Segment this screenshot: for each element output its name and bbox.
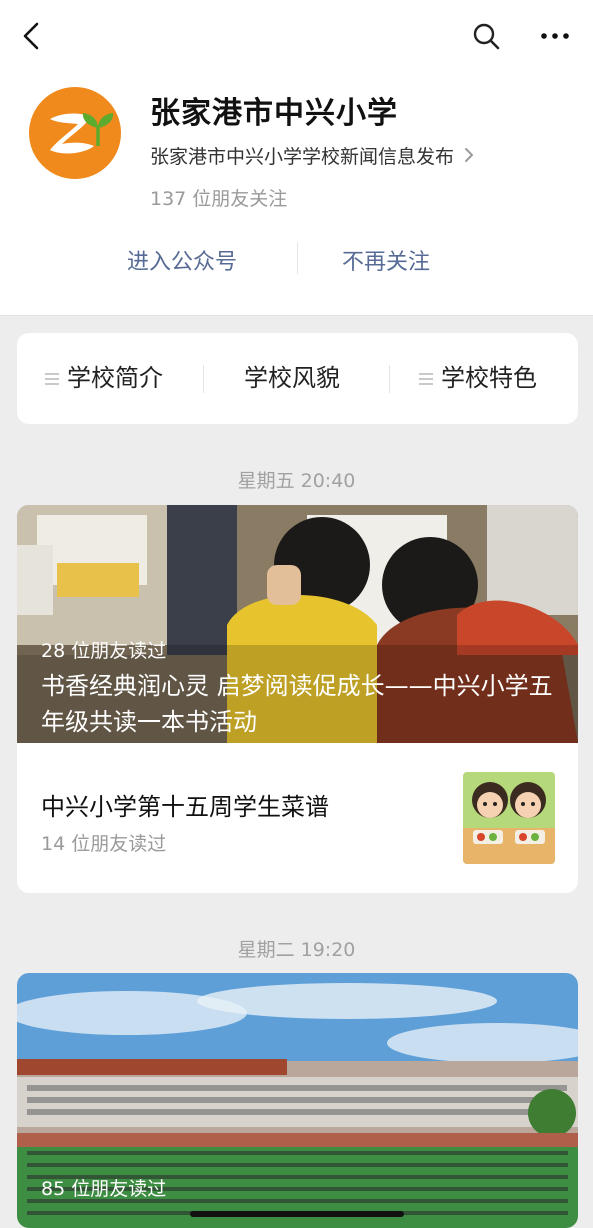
action-bar: 进入公众号 不再关注 xyxy=(0,240,593,280)
menu-item-label: 学校风貌 xyxy=(244,364,340,392)
menu-lines-icon xyxy=(419,373,433,385)
article-title[interactable]: 中兴小学第十五周学生菜谱 xyxy=(41,787,329,822)
menu-divider xyxy=(389,365,390,393)
article-thumbnail[interactable] xyxy=(463,772,555,864)
action-divider xyxy=(297,242,298,274)
unfollow-button[interactable]: 不再关注 xyxy=(342,244,430,276)
enter-account-button[interactable]: 进入公众号 xyxy=(127,244,237,276)
more-icon[interactable] xyxy=(538,20,572,52)
cover-read-count: 28 位朋友读过 xyxy=(41,640,167,662)
message-date: 星期二 19:20 xyxy=(237,939,356,961)
account-name: 张家港市中兴小学 xyxy=(150,96,398,131)
home-indicator xyxy=(190,1211,404,1217)
menu-item-label: 学校特色 xyxy=(441,364,537,392)
account-menu: 学校简介 学校风貌 学校特色 xyxy=(17,333,578,424)
menu-divider xyxy=(203,365,204,393)
search-icon[interactable] xyxy=(470,20,502,52)
account-header: 张家港市中兴小学 张家港市中兴小学学校新闻信息发布 137 位朋友关注 进入公众… xyxy=(0,0,593,316)
top-bar xyxy=(0,0,593,70)
chevron-right-icon xyxy=(465,148,474,162)
message-date: 星期五 20:40 xyxy=(237,470,356,492)
account-description[interactable]: 张家港市中兴小学学校新闻信息发布 xyxy=(150,142,474,169)
follower-count: 137 位朋友关注 xyxy=(150,188,288,210)
menu-lines-icon xyxy=(45,373,59,385)
cover-read-count: 85 位朋友读过 xyxy=(41,1178,167,1200)
school-logo xyxy=(29,87,121,179)
message-card: 85 位朋友读过 xyxy=(17,973,578,1228)
menu-item-school-intro[interactable]: 学校简介 xyxy=(45,333,163,424)
article-read-count: 14 位朋友读过 xyxy=(41,833,167,855)
menu-item-label: 学校简介 xyxy=(67,364,163,392)
menu-item-school-scenery[interactable]: 学校风貌 xyxy=(244,333,340,424)
message-card: 28 位朋友读过 书香经典润心灵 启梦阅读促成长——中兴小学五年级共读一本书活动… xyxy=(17,505,578,893)
back-icon[interactable] xyxy=(18,20,46,52)
cover-title[interactable]: 书香经典润心灵 启梦阅读促成长——中兴小学五年级共读一本书活动 xyxy=(41,668,556,740)
account-description-text: 张家港市中兴小学学校新闻信息发布 xyxy=(150,146,455,168)
menu-item-school-features[interactable]: 学校特色 xyxy=(419,333,537,424)
